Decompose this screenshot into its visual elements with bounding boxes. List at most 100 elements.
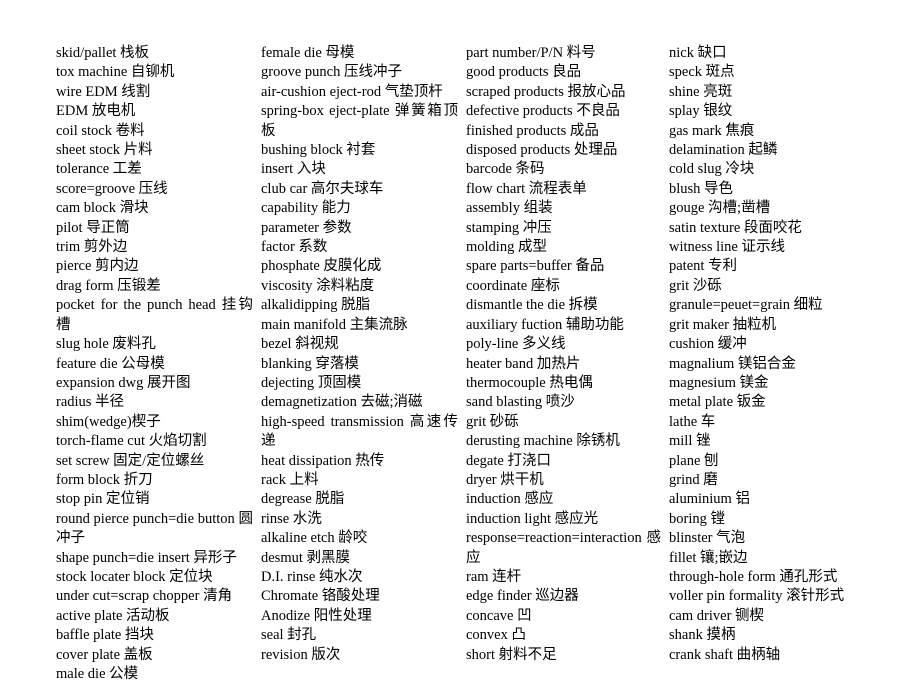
glossary-entry: tolerance 工差 [56, 161, 142, 178]
glossary-entry: trim 剪外边 [56, 239, 128, 256]
glossary-entry: speck 斑点 [669, 64, 735, 81]
glossary-entry: mill 锉 [669, 433, 711, 450]
glossary-entry: high-speed transmission 高速传递 [261, 413, 458, 450]
glossary-entry: coil stock 卷料 [56, 122, 145, 139]
glossary-entry: cushion 缓冲 [669, 336, 747, 353]
glossary-entry: part number/P/N 料号 [466, 45, 596, 61]
glossary-entry: through-hole form 通孔形式 [669, 568, 838, 585]
glossary-columns: skid/pallet 栈板 tox machine 自铆机 wire EDM … [56, 44, 884, 684]
glossary-entry: splay 银纹 [669, 103, 733, 120]
glossary-entry: grit maker 抽粒机 [669, 316, 777, 333]
glossary-entry: barcode 条码 [466, 161, 545, 178]
glossary-column-3: part number/P/N 料号 good products 良品 scra… [466, 44, 669, 665]
glossary-entry: nick 缺口 [669, 45, 727, 61]
glossary-entry: factor 系数 [261, 239, 328, 256]
glossary-entry: shine 亮斑 [669, 83, 733, 100]
glossary-entry: blinster 气泡 [669, 530, 746, 547]
glossary-entry: response=reaction=interaction 感应 [466, 530, 661, 566]
glossary-entry: torch-flame cut 火焰切割 [56, 433, 207, 450]
glossary-entry: flow chart 流程表单 [466, 180, 587, 197]
glossary-entry: drag form 压锻差 [56, 277, 161, 294]
glossary-entry: gas mark 焦痕 [669, 122, 755, 139]
glossary-entry: pierce 剪内边 [56, 258, 139, 275]
glossary-entry: witness line 证示线 [669, 239, 785, 256]
glossary-entry: grind 磨 [669, 471, 718, 488]
glossary-entry: patent 专利 [669, 258, 738, 275]
glossary-entry: lathe 车 [669, 413, 716, 430]
glossary-entry: degrease 脱脂 [261, 491, 345, 508]
glossary-entry: rinse 水洗 [261, 510, 322, 527]
glossary-entry: induction 感应 [466, 491, 554, 508]
glossary-entry: thermocouple 热电偶 [466, 374, 593, 391]
glossary-entry: dejecting 顶固模 [261, 374, 362, 391]
glossary-entry: grit 沙砾 [669, 277, 722, 294]
glossary-entry: phosphate 皮膜化成 [261, 258, 382, 275]
glossary-entry: granule=peuet=grain 细粒 [669, 297, 823, 314]
glossary-entry: defective products 不良品 [466, 103, 620, 120]
glossary-entry: pocket for the punch head 挂钩槽 [56, 297, 253, 333]
glossary-entry: cover plate 盖板 [56, 646, 153, 663]
glossary-entry: shape punch=die insert 异形子 [56, 549, 237, 566]
glossary-entry: bushing block 衬套 [261, 142, 376, 159]
glossary-entry: D.I. rinse 纯水次 [261, 568, 363, 585]
glossary-entry: coordinate 座标 [466, 277, 560, 294]
glossary-entry: round pierce punch=die button 圆冲子 [56, 510, 253, 547]
glossary-entry: good products 良品 [466, 64, 582, 81]
glossary-entry: induction light 感应光 [466, 510, 599, 527]
glossary-entry: skid/pallet 栈板 [56, 45, 150, 61]
glossary-entry: dismantle the die 拆模 [466, 297, 598, 314]
glossary-entry: degate 打浇口 [466, 452, 551, 469]
glossary-entry: boring 镗 [669, 510, 725, 527]
glossary-entry: alkalidipping 脱脂 [261, 297, 371, 314]
glossary-entry: auxiliary fuction 辅助功能 [466, 316, 624, 333]
glossary-entry: ram 连杆 [466, 568, 522, 585]
glossary-entry: convex 凸 [466, 627, 526, 644]
glossary-entry: under cut=scrap chopper 清角 [56, 588, 233, 605]
glossary-entry: cold slug 冷块 [669, 161, 755, 178]
glossary-entry: insert 入块 [261, 161, 326, 178]
glossary-entry: crank shaft 曲柄轴 [669, 646, 781, 663]
glossary-entry: expansion dwg 展开图 [56, 374, 191, 391]
glossary-entry: baffle plate 挡块 [56, 627, 154, 644]
glossary-entry: spare parts=buffer 备品 [466, 258, 605, 275]
glossary-entry: groove punch 压线冲子 [261, 64, 402, 81]
glossary-entry: scraped products 报放心品 [466, 83, 626, 100]
glossary-entry: grit 砂砾 [466, 413, 519, 430]
glossary-entry: feature die 公母模 [56, 355, 165, 372]
glossary-entry: Anodize 阳性处理 [261, 607, 372, 624]
glossary-entry: shank 摸柄 [669, 627, 736, 644]
glossary-entry: fillet 镶;嵌边 [669, 549, 748, 566]
glossary-entry: metal plate 钣金 [669, 394, 766, 411]
glossary-entry: revision 版次 [261, 646, 341, 663]
glossary-entry: set screw 固定/定位螺丝 [56, 452, 205, 469]
glossary-entry: blanking 穿落模 [261, 355, 359, 372]
glossary-entry: form block 折刀 [56, 471, 153, 488]
glossary-entry: alkaline etch 龄咬 [261, 530, 368, 547]
glossary-entry: shim(wedge)楔子 [56, 413, 161, 430]
glossary-entry: stock locater block 定位块 [56, 568, 213, 585]
glossary-entry: male die 公模 [56, 666, 139, 682]
glossary-entry: active plate 活动板 [56, 607, 170, 624]
glossary-entry: dryer 烘干机 [466, 471, 544, 488]
glossary-entry: air-cushion eject-rod 气垫顶杆 [261, 83, 443, 100]
glossary-entry: EDM 放电机 [56, 103, 136, 120]
glossary-entry: Chromate 铬酸处理 [261, 588, 380, 605]
glossary-entry: main manifold 主集流脉 [261, 316, 408, 333]
glossary-entry: stamping 冲压 [466, 219, 552, 236]
glossary-column-1: skid/pallet 栈板 tox machine 自铆机 wire EDM … [56, 44, 261, 684]
glossary-entry: cam driver 铡楔 [669, 607, 765, 624]
glossary-entry: derusting machine 除锈机 [466, 433, 620, 450]
glossary-entry: viscosity 涂料粘度 [261, 277, 375, 294]
glossary-entry: spring-box eject-plate 弹簧箱顶板 [261, 103, 458, 139]
glossary-entry: molding 成型 [466, 239, 547, 256]
glossary-entry: club car 高尔夫球车 [261, 180, 384, 197]
glossary-entry: radius 半径 [56, 394, 125, 411]
glossary-entry: sand blasting 喷沙 [466, 394, 575, 411]
glossary-entry: plane 刨 [669, 452, 719, 469]
glossary-entry: aluminium 铝 [669, 491, 750, 508]
glossary-entry: disposed products 处理品 [466, 142, 618, 159]
glossary-entry: concave 凹 [466, 607, 532, 624]
glossary-entry: magnalium 镁铝合金 [669, 355, 796, 372]
glossary-entry: tox machine 自铆机 [56, 64, 175, 81]
glossary-entry: assembly 组装 [466, 200, 553, 217]
